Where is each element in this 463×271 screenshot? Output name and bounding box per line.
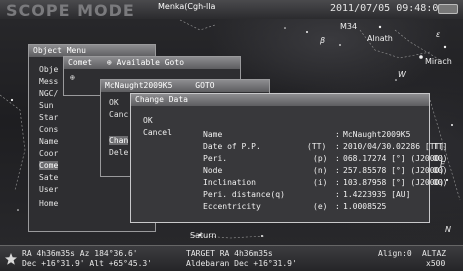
menu-item-sun[interactable]: Sun [39,101,53,110]
comet-title-left: Comet [68,58,93,67]
menu-item-coordinates[interactable]: Coor [39,149,58,158]
sky-label-mirach: Mirach [425,57,452,66]
change-data-ok-button[interactable]: OK [143,116,153,125]
field-peri-sep: : [335,154,340,163]
bg-window-text-2: 00) [433,154,448,163]
menu-item-star[interactable]: Star [39,113,58,122]
battery-icon [438,4,458,14]
field-node-key: (n) [313,166,328,175]
sky-label-beta: β [320,36,326,45]
mcnaught-window-title: McNaught2009K5 GOTO [101,80,269,92]
mount-mode: ALTAZ [422,249,447,258]
menu-item-name[interactable]: Name [39,137,58,146]
field-q-value[interactable]: 1.4223935 [AU] [343,190,410,199]
field-name-sep: : [335,130,340,139]
field-peri-label: Peri. [203,154,228,163]
align-status: Align:0 [378,249,412,258]
mcnaught-item-cancel[interactable]: Canc [109,110,128,119]
menu-item-user[interactable]: User [39,185,58,194]
bg-window-text-3: 00) [433,166,448,175]
field-incl-key: (i) [313,178,328,187]
menu-item-satellite[interactable]: Sate [39,173,58,182]
sky-label-m34: M34 [340,22,358,31]
target-name-dec: Aldebaran Dec +16°31.9' [186,259,297,268]
field-q-sep: : [335,190,340,199]
field-incl-sep: : [335,178,340,187]
comet-window-title: Comet ⊕ Available Goto [64,57,240,69]
mcnaught-item-change[interactable]: Chan [109,136,129,145]
mode-title: SCOPE MODE [6,1,135,20]
object-label: Menka(Cgh-lla [158,2,216,11]
field-peri-value[interactable]: 068.17274 [°] (J2000) [343,154,444,163]
bg-window-text-4: 00) [433,178,448,187]
comet-title-right: Available Goto [116,58,185,67]
bottom-status-bar: RA 4h36m35s Az 184°36.6' Dec +16°31.9' A… [0,245,463,271]
menu-item-objects[interactable]: Obje [39,65,58,74]
current-ra-az: RA 4h36m35s Az 184°36.6' [22,249,138,258]
field-pp-sep: : [335,142,340,151]
field-name-value[interactable]: McNaught2009K5 [343,130,410,139]
mcnaught-title-right: GOTO [195,81,215,90]
datetime: 2011/07/05 09:48:06 [330,3,445,14]
sky-label-saturn: Saturn [190,231,217,240]
change-data-window: Change Data OK Cancel Name : McNaught200… [130,93,444,223]
field-peri-key: (p) [313,154,328,163]
field-q-label: Peri. distance(q) [203,190,285,199]
sky-label-n: N [445,225,451,234]
top-status-bar: SCOPE MODE Menka(Cgh-lla 2011/07/05 09:4… [0,0,463,20]
mcnaught-title-left: McNaught2009K5 [105,81,173,90]
field-name-label: Name [203,130,223,139]
field-e-sep: : [335,202,340,211]
field-e-key: (e) [313,202,328,211]
goto-icon: ⊕ [106,58,112,67]
sky-label-alnath: Alnath [367,34,393,43]
menu-item-constellation[interactable]: Cons [39,125,58,134]
field-pp-key: (TT) [307,142,327,151]
field-e-label: Eccentricity [203,202,261,211]
sky-label-w: W [398,70,406,79]
sky-label-epsilon: ε [436,30,441,39]
field-incl-value[interactable]: 103.87958 [°] (J2000) [343,178,444,187]
zoom-level: x500 [426,259,446,268]
field-incl-label: Inclination [203,178,256,187]
field-node-sep: : [335,166,340,175]
change-data-cancel-button[interactable]: Cancel [143,128,172,137]
mcnaught-item-ok[interactable]: OK [109,98,119,107]
scope-mode-screen: Alnath Mirach M34 β ε W N E Saturn SCOPE… [0,0,463,271]
star-icon [5,253,17,265]
menu-item-home[interactable]: Home [39,199,58,208]
menu-item-messier[interactable]: Mess [39,77,58,86]
field-e-value[interactable]: 1.0008525 [343,202,386,211]
menu-item-comet[interactable]: Come [39,161,59,170]
field-pp-label: Date of P.P. [203,142,261,151]
menu-item-ngc[interactable]: NGC/ [39,89,58,98]
field-node-value[interactable]: 257.85578 [°] (J2000) [343,166,444,175]
field-node-label: Node [203,166,223,175]
bg-window-text-1: TT] [433,142,448,151]
change-data-title: Change Data [131,94,429,106]
field-pp-value[interactable]: 2010/04/30.02286 [TT] [343,142,444,151]
target-ra: TARGET RA 4h36m35s [186,249,273,258]
mcnaught-item-delete[interactable]: Dele [109,148,128,157]
current-dec-alt: Dec +16°31.9' Alt +65°45.3' [22,259,153,268]
comet-add-icon[interactable]: ⊕ [70,73,75,82]
